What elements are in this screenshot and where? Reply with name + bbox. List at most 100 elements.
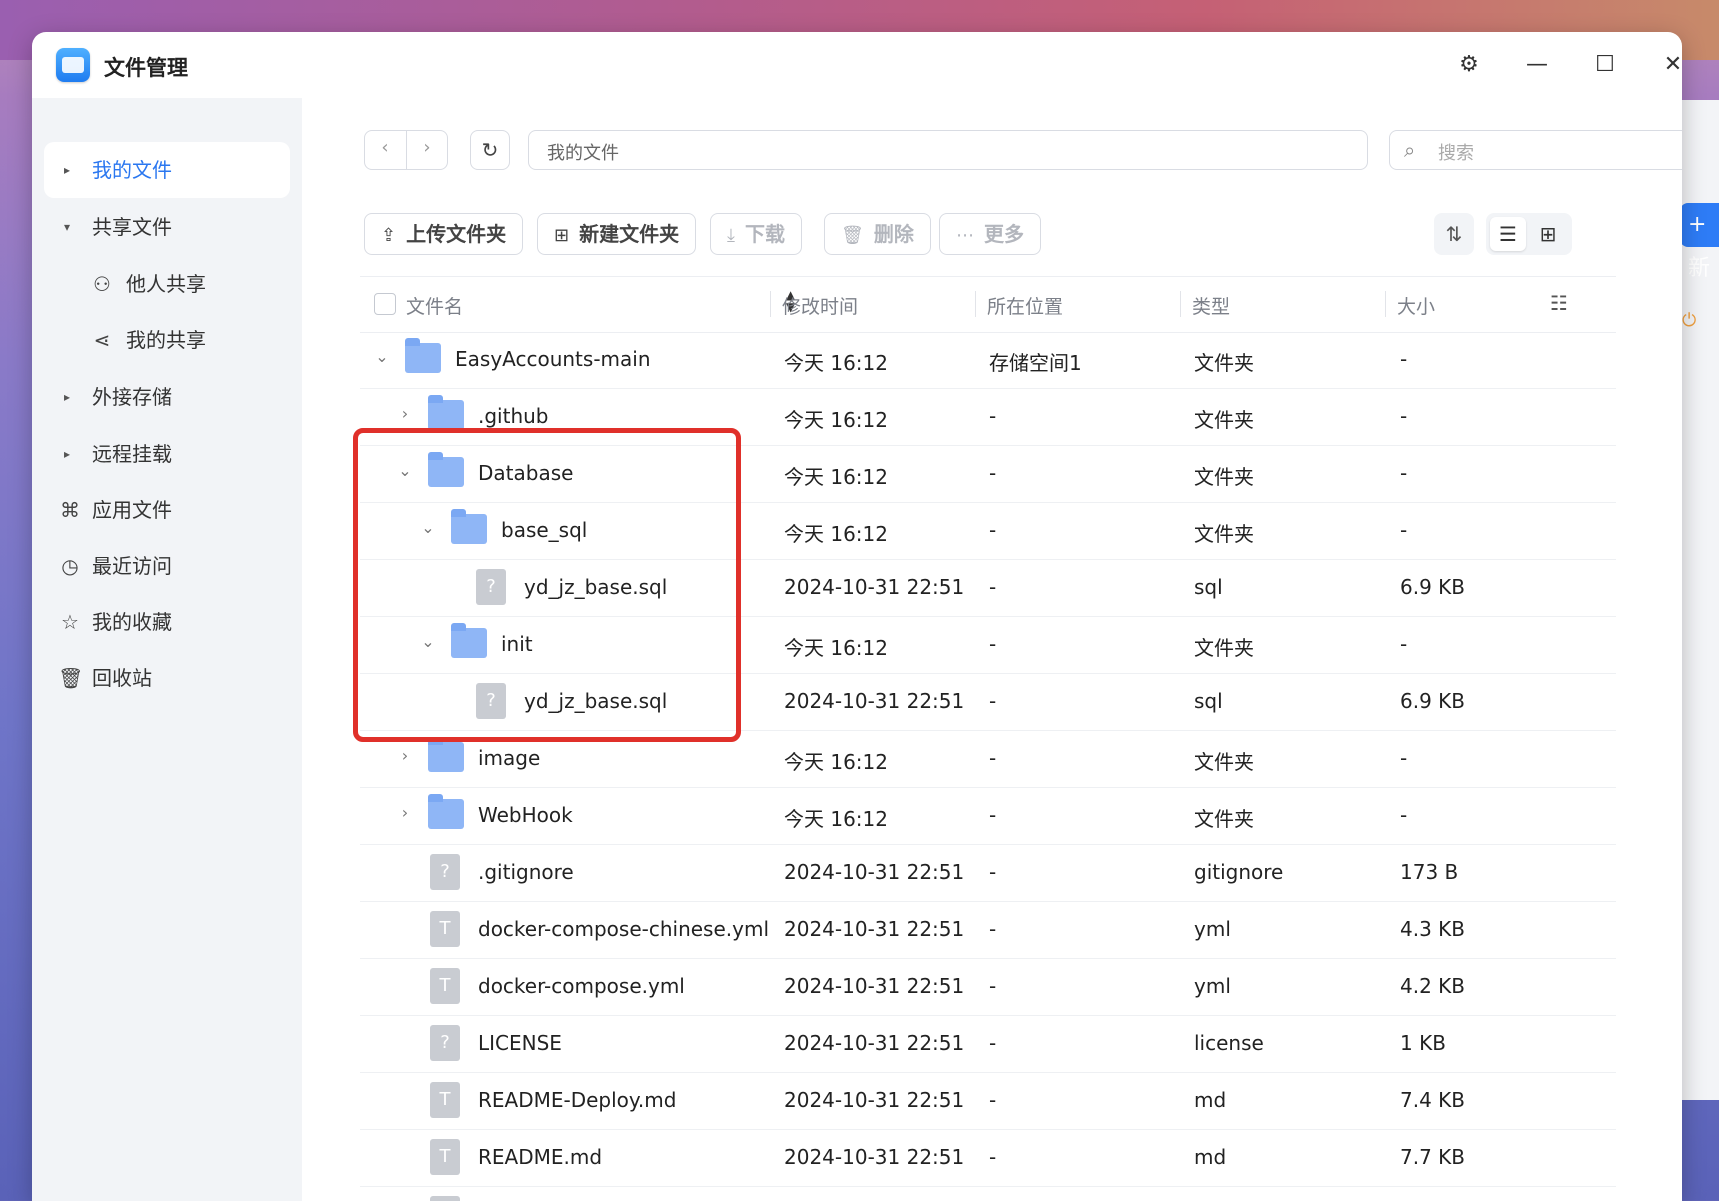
column-settings-icon[interactable]: ☷ [1550,291,1568,315]
caret-down-icon: ▾ [64,220,71,234]
sidebar-item-favorites[interactable]: ☆ 我的收藏 [44,594,290,650]
share-icon: ⋖ [93,328,111,352]
delete-button[interactable]: 🗑 删除 [824,213,931,255]
refresh-button[interactable]: ↻ [470,130,510,170]
settings-icon[interactable]: ⚙ [1454,50,1484,80]
table-row[interactable]: T README.md 2024-10-31 22:51 - md 7.7 KB [360,1129,1616,1187]
select-all-checkbox[interactable] [374,293,396,315]
sidebar-item-recent[interactable]: ◷ 最近访问 [44,538,290,594]
column-size[interactable]: 大小 [1397,292,1435,319]
table-row[interactable]: ? yd_jz_base.sql 2024-10-31 22:51 - sql … [360,673,1616,731]
table-row[interactable]: ⌄ init 今天 16:12 - 文件夹 - [360,616,1616,674]
table-header: 文件名 ▲ ▼ 修改时间 所在位置 类型 大小 ☷ [360,276,1616,333]
column-name[interactable]: 文件名 [406,292,463,319]
main-panel: ‹ › ↻ 我的文件 ⌕ 搜索 ⇪ 上传文件夹 ⊞ 新建文件夹 ⤓ 下载 🗑 删除 ⋯ 更… [302,98,1682,1201]
table-row[interactable]: › .github 今天 16:12 - 文件夹 - [360,388,1616,446]
back-button[interactable]: ‹ [365,137,405,158]
more-button[interactable]: ⋯ 更多 [939,213,1041,255]
file-list: ⌄ EasyAccounts-main 今天 16:12 存储空间1 文件夹 -… [360,331,1616,1201]
unknown-file-icon: ? [430,1025,460,1061]
file-manager-window: 文件管理 ⚙ — ☐ ✕ ▸ 我的文件 ▾ 共享文件 ⚇ 他人共享 ⋖ 我的共享… [32,32,1682,1201]
maximize-icon[interactable]: ☐ [1590,50,1620,80]
folder-icon [451,509,487,544]
sidebar-item-shared-files[interactable]: ▾ 共享文件 [44,199,290,255]
chevron-down-icon[interactable]: ⌄ [418,518,438,537]
more-icon: ⋯ [956,225,974,246]
folder-icon [451,623,487,658]
table-row[interactable]: ? .gitignore 2024-10-31 22:51 - gitignor… [360,844,1616,902]
users-icon: ⚇ [93,272,111,296]
unknown-file-icon: ? [476,569,506,605]
table-row[interactable]: ⌄ base_sql 今天 16:12 - 文件夹 - [360,502,1616,560]
chevron-right-icon[interactable]: › [395,803,415,822]
text-file-icon: T [430,1082,460,1118]
text-file-icon: T [430,1139,460,1175]
column-modified[interactable]: 修改时间 [782,292,858,319]
sidebar: ▸ 我的文件 ▾ 共享文件 ⚇ 他人共享 ⋖ 我的共享 ▸ 外接存储 ▸ 远程挂… [32,98,302,1201]
text-file-icon: T [430,968,460,1004]
table-row[interactable]: T docker-compose.yml 2024-10-31 22:51 - … [360,958,1616,1016]
text-file-icon [430,1196,460,1201]
column-location[interactable]: 所在位置 [987,292,1063,319]
download-button[interactable]: ⤓ 下载 [710,213,802,255]
sidebar-item-others-share[interactable]: ⚇ 他人共享 [80,256,290,312]
view-mode-toggle: ☰ ⊞ [1486,213,1572,255]
chevron-down-icon[interactable]: ⌄ [372,347,392,366]
folder-icon [405,338,441,373]
apps-icon: ⌘ [60,498,80,522]
forward-button[interactable]: › [407,137,447,158]
grid-view-icon[interactable]: ⊞ [1530,217,1566,251]
chevron-right-icon[interactable]: › [395,746,415,765]
unknown-file-icon: ? [476,683,506,719]
sidebar-item-my-files[interactable]: ▸ 我的文件 [44,142,290,198]
path-bar[interactable]: 我的文件 [528,130,1368,170]
caret-right-icon: ▸ [64,163,71,177]
sidebar-item-remote-mount[interactable]: ▸ 远程挂载 [44,426,290,482]
table-row[interactable]: ⌄ EasyAccounts-main 今天 16:12 存储空间1 文件夹 - [360,331,1616,389]
close-icon[interactable]: ✕ [1658,50,1682,80]
sidebar-item-app-files[interactable]: ⌘ 应用文件 [44,482,290,538]
chevron-down-icon[interactable]: ⌄ [395,461,415,480]
window-title: 文件管理 [104,56,188,80]
trash-icon: 🗑 [58,666,84,690]
power-icon: ⏻ [1682,310,1697,331]
trash-icon: 🗑 [841,225,864,246]
search-input[interactable]: ⌕ 搜索 [1389,130,1682,170]
search-icon: ⌕ [1404,138,1416,162]
caret-right-icon: ▸ [64,447,71,461]
titlebar: 文件管理 ⚙ — ☐ ✕ [32,32,1682,98]
sidebar-item-external-storage[interactable]: ▸ 外接存储 [44,369,290,425]
text-file-icon: T [430,911,460,947]
table-row[interactable]: › WebHook 今天 16:12 - 文件夹 - [360,787,1616,845]
caret-right-icon: ▸ [64,390,71,404]
download-icon: ⤓ [727,225,735,246]
chevron-down-icon[interactable]: ⌄ [418,632,438,651]
folder-icon [428,794,464,829]
chevron-right-icon[interactable]: › [395,404,415,423]
table-row[interactable]: ? LICENSE 2024-10-31 22:51 - license 1 K… [360,1015,1616,1073]
column-type[interactable]: 类型 [1192,292,1230,319]
upload-folder-button[interactable]: ⇪ 上传文件夹 [364,213,524,255]
search-placeholder: 搜索 [1438,143,1474,164]
table-row[interactable]: › image 今天 16:12 - 文件夹 - [360,730,1616,788]
new-folder-icon: ⊞ [554,225,570,246]
table-row[interactable] [360,1186,1616,1201]
folder-app-icon [56,48,90,82]
new-button[interactable]: + 新 [1680,203,1719,281]
path-text: 我的文件 [547,143,619,164]
table-row[interactable]: ? yd_jz_base.sql 2024-10-31 22:51 - sql … [360,559,1616,617]
table-row[interactable]: ⌄ Database 今天 16:12 - 文件夹 - [360,445,1616,503]
unknown-file-icon: ? [430,854,460,890]
sort-button[interactable]: ⇅ [1434,213,1474,255]
upload-icon: ⇪ [381,225,397,246]
star-icon: ☆ [61,610,79,634]
table-row[interactable]: T README-Deploy.md 2024-10-31 22:51 - md… [360,1072,1616,1130]
minimize-icon[interactable]: — [1522,50,1552,80]
sidebar-item-recycle-bin[interactable]: 🗑 回收站 [44,650,290,706]
folder-icon [428,395,464,430]
new-folder-button[interactable]: ⊞ 新建文件夹 [537,213,697,255]
list-view-icon[interactable]: ☰ [1490,217,1526,251]
folder-icon [428,737,464,772]
sidebar-item-my-share[interactable]: ⋖ 我的共享 [80,312,290,368]
table-row[interactable]: T docker-compose-chinese.yml 2024-10-31 … [360,901,1616,959]
